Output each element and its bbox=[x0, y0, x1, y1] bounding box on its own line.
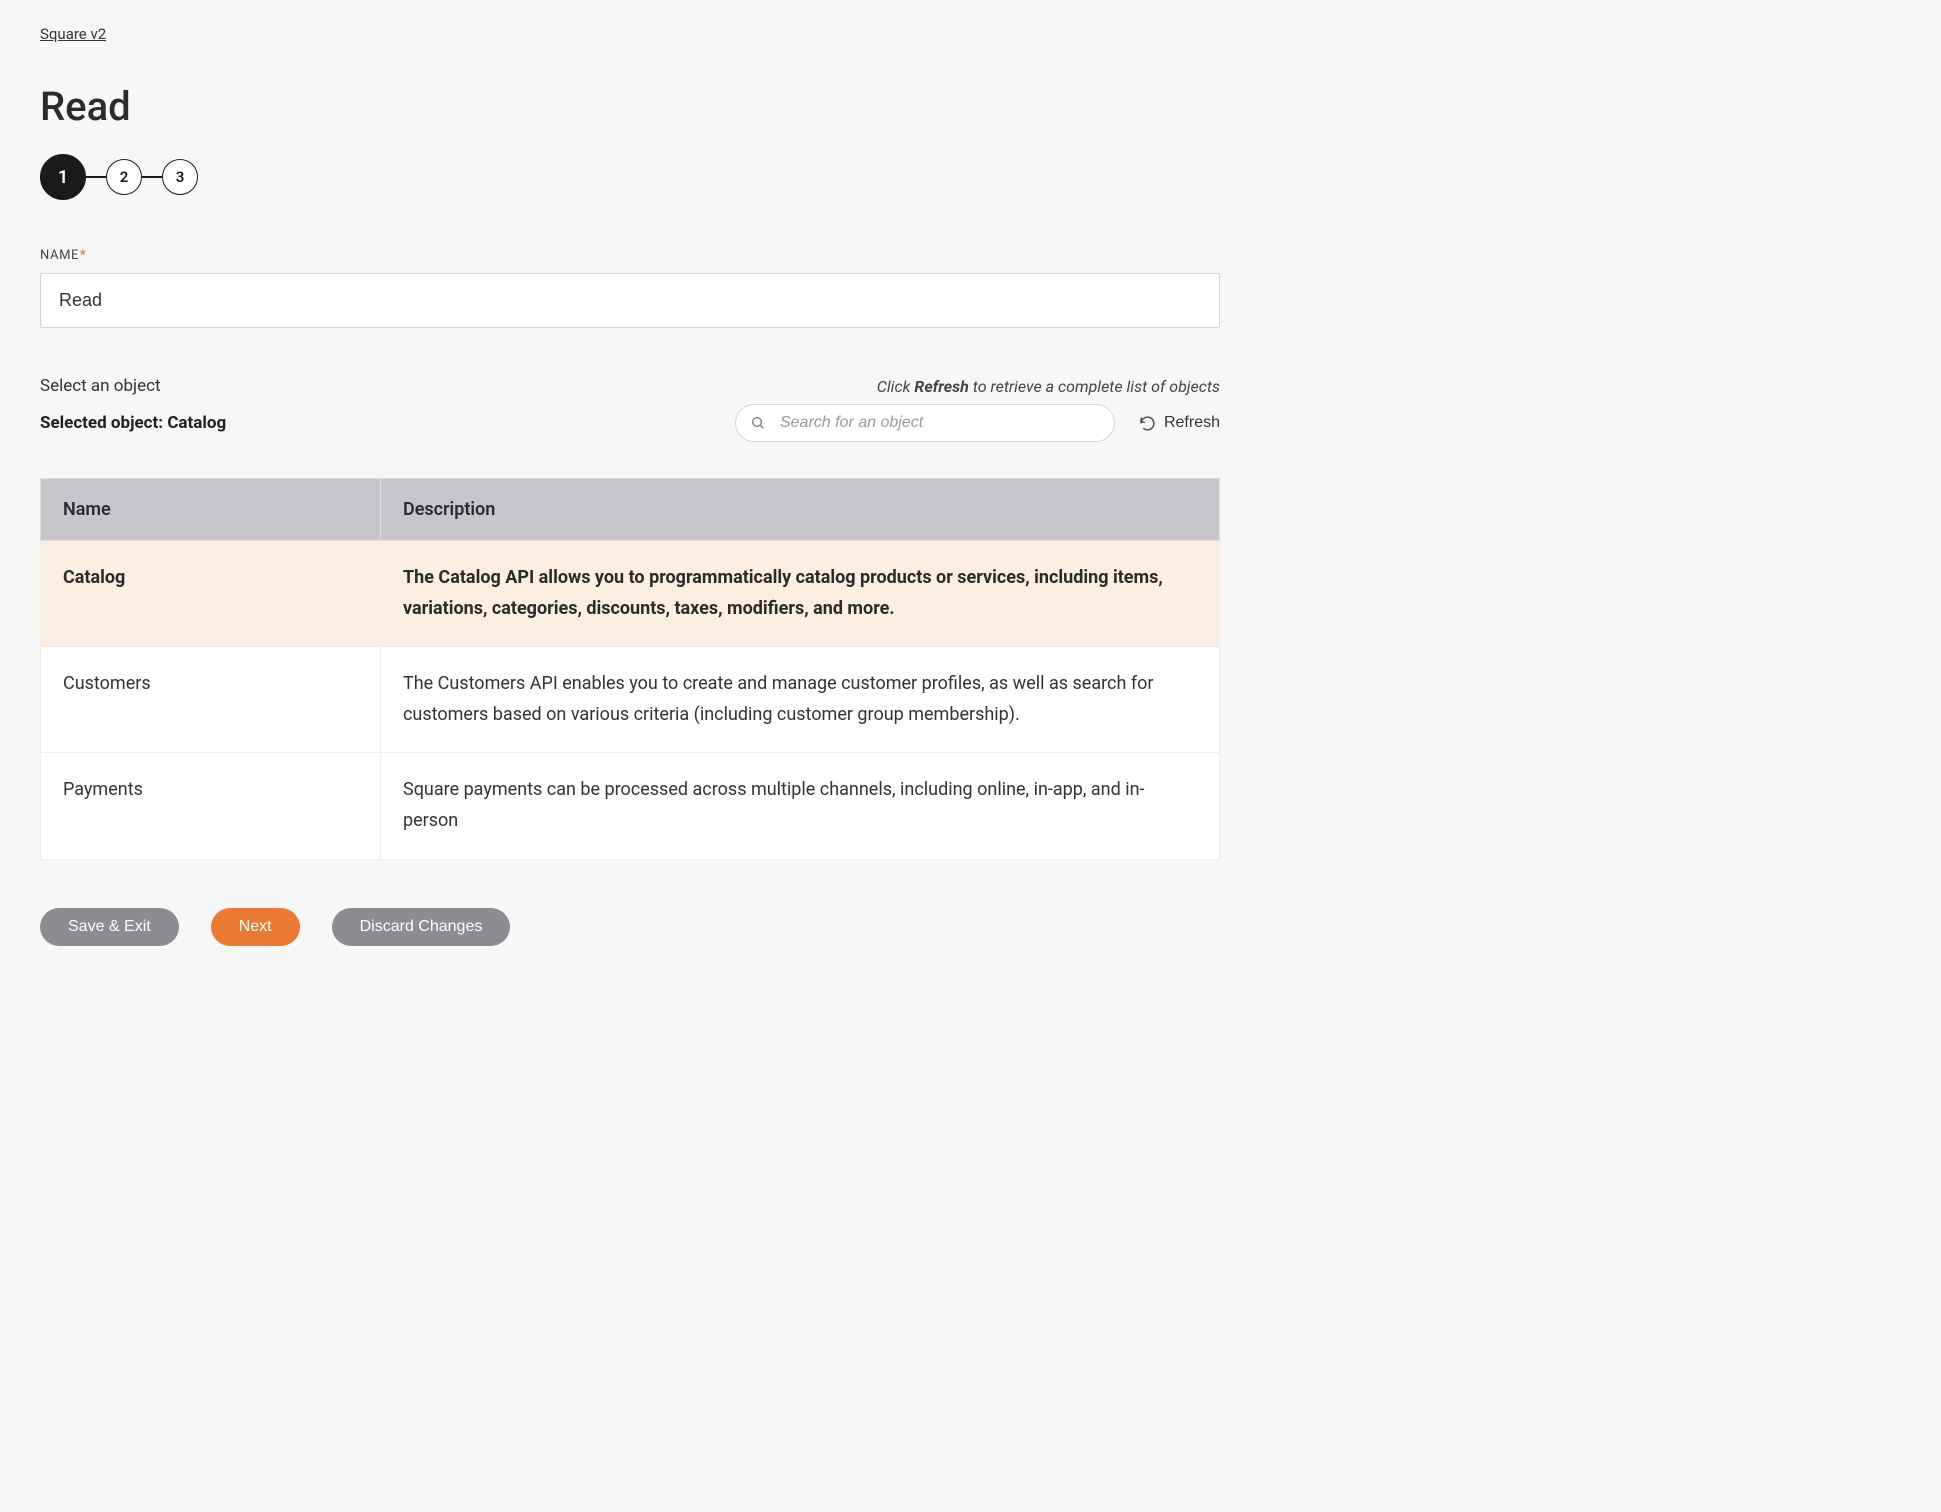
required-marker: * bbox=[80, 248, 86, 263]
row-name: Catalog bbox=[41, 541, 381, 647]
selected-object: Selected object: Catalog bbox=[40, 413, 226, 433]
step-3[interactable]: 3 bbox=[162, 159, 198, 195]
refresh-label: Refresh bbox=[1164, 414, 1220, 432]
select-object-label: Select an object bbox=[40, 376, 161, 396]
page-title: Read bbox=[40, 83, 1220, 130]
step-connector bbox=[86, 176, 106, 178]
discard-button[interactable]: Discard Changes bbox=[332, 908, 511, 946]
col-name: Name bbox=[41, 479, 381, 541]
search-input[interactable] bbox=[735, 404, 1115, 442]
row-name: Customers bbox=[41, 647, 381, 753]
footer-buttons: Save & Exit Next Discard Changes bbox=[40, 908, 1220, 946]
hint-suffix: to retrieve a complete list of objects bbox=[969, 377, 1220, 396]
selected-object-prefix: Selected object: bbox=[40, 413, 167, 433]
save-exit-button[interactable]: Save & Exit bbox=[40, 908, 179, 946]
step-1[interactable]: 1 bbox=[40, 154, 86, 200]
next-button[interactable]: Next bbox=[211, 908, 300, 946]
row-description: The Customers API enables you to create … bbox=[381, 647, 1220, 753]
table-row[interactable]: CustomersThe Customers API enables you t… bbox=[41, 647, 1220, 753]
refresh-button[interactable]: Refresh bbox=[1139, 414, 1220, 432]
table-row[interactable]: PaymentsSquare payments can be processed… bbox=[41, 753, 1220, 859]
row-description: The Catalog API allows you to programmat… bbox=[381, 541, 1220, 647]
stepper: 123 bbox=[40, 154, 1220, 200]
hint-bold: Refresh bbox=[914, 377, 968, 396]
name-label-text: NAME bbox=[40, 248, 79, 263]
objects-table: Name Description CatalogThe Catalog API … bbox=[40, 478, 1220, 860]
step-2[interactable]: 2 bbox=[106, 159, 142, 195]
name-field-label: NAME* bbox=[40, 248, 1220, 263]
step-connector bbox=[142, 176, 162, 178]
col-description: Description bbox=[381, 479, 1220, 541]
search-icon bbox=[750, 415, 766, 431]
name-input[interactable] bbox=[40, 273, 1220, 328]
breadcrumb-link[interactable]: Square v2 bbox=[40, 25, 106, 43]
selected-object-value: Catalog bbox=[167, 413, 226, 433]
row-description: Square payments can be processed across … bbox=[381, 753, 1220, 859]
table-row[interactable]: CatalogThe Catalog API allows you to pro… bbox=[41, 541, 1220, 647]
refresh-hint: Click Refresh to retrieve a complete lis… bbox=[877, 377, 1220, 396]
row-name: Payments bbox=[41, 753, 381, 859]
refresh-icon bbox=[1139, 415, 1156, 432]
hint-prefix: Click bbox=[877, 377, 915, 396]
